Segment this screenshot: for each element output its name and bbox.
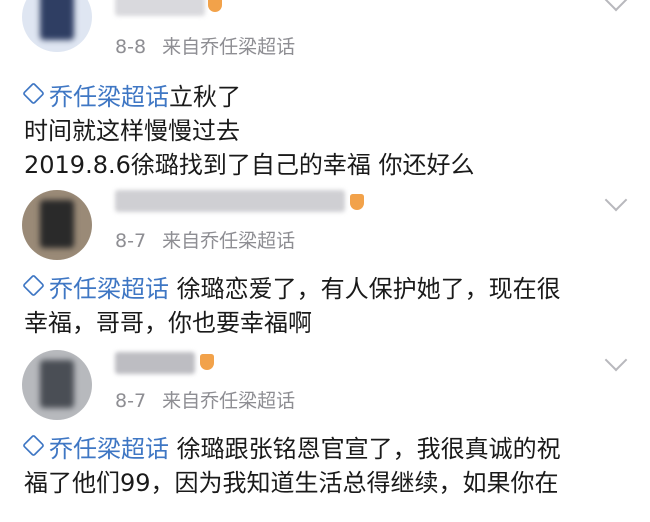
post-text: 乔任梁超话立秋了 时间就这样慢慢过去 2019.8.6徐璐找到了自己的幸福 你还… (22, 80, 630, 182)
post-text: 乔任梁超话 徐璐跟张铭恩官宣了，我很真诚的祝 福了他们99，因为我知道生活总得继… (22, 432, 630, 500)
post-line: 福了他们99，因为我知道生活总得继续，如果你在 (24, 469, 559, 497)
post-line: 幸福，哥哥，你也要幸福啊 (24, 309, 312, 337)
super-topic-link[interactable]: 乔任梁超话 (22, 434, 169, 463)
username-blurred[interactable] (115, 352, 195, 374)
post-line: 乔任梁超话立秋了 (22, 80, 630, 114)
post-date: 8-7 (115, 390, 147, 412)
post-line: 时间就这样慢慢过去 (24, 117, 240, 145)
super-topic-icon (22, 274, 45, 297)
member-badge-icon (208, 0, 222, 12)
super-topic-icon (22, 82, 45, 105)
super-topic-link[interactable]: 乔任梁超话 (22, 274, 169, 303)
chevron-down-icon[interactable] (604, 188, 628, 212)
post-date: 8-7 (115, 230, 147, 252)
super-topic-icon (22, 434, 45, 457)
chevron-down-icon[interactable] (604, 348, 628, 372)
avatar[interactable] (22, 190, 92, 260)
avatar[interactable] (22, 0, 92, 52)
post-source[interactable]: 来自乔任梁超话 (162, 230, 295, 252)
post-meta: 8-8 来自乔任梁超话 (115, 32, 295, 59)
member-badge-icon (200, 354, 214, 370)
post-text: 乔任梁超话 徐璐恋爱了，有人保护她了，现在很 幸福，哥哥，你也要幸福啊 (22, 272, 630, 340)
chevron-down-icon[interactable] (604, 0, 628, 12)
super-topic-link[interactable]: 乔任梁超话 (22, 82, 169, 111)
post-date: 8-8 (115, 36, 147, 58)
post-line: 乔任梁超话 徐璐跟张铭恩官宣了，我很真诚的祝 (22, 432, 630, 466)
post-meta: 8-7 来自乔任梁超话 (115, 226, 295, 253)
post-line: 2019.8.6徐璐找到了自己的幸福 你还好么 (24, 151, 475, 179)
post-meta: 8-7 来自乔任梁超话 (115, 386, 295, 413)
avatar[interactable] (22, 350, 92, 420)
post-source[interactable]: 来自乔任梁超话 (162, 390, 295, 412)
post-source[interactable]: 来自乔任梁超话 (162, 36, 295, 58)
post-line: 乔任梁超话 徐璐恋爱了，有人保护她了，现在很 (22, 272, 630, 306)
username-blurred[interactable] (115, 0, 205, 16)
username-blurred[interactable] (115, 190, 345, 212)
member-badge-icon (350, 194, 364, 210)
